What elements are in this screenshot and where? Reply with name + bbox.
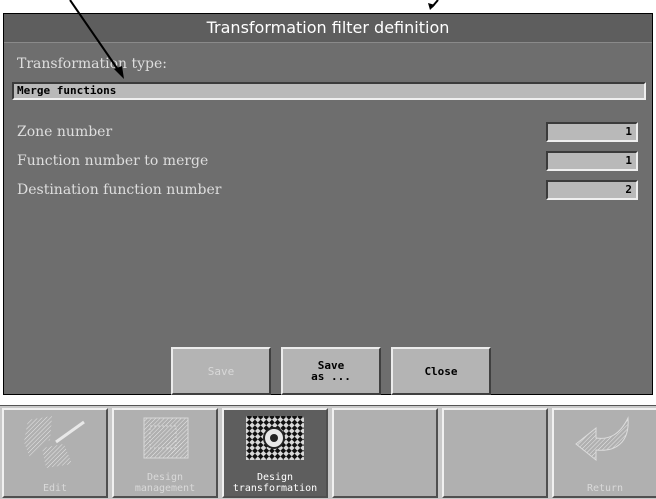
save-button[interactable]: Save (171, 347, 271, 395)
save-as-button[interactable]: Save as ... (281, 347, 381, 395)
destination-function-number-value: 2 (625, 183, 632, 196)
design-transformation-button[interactable]: Design transformation (222, 408, 328, 498)
transformation-type-label: Transformation type: (17, 56, 168, 72)
destination-function-number-label: Destination function number (17, 182, 222, 198)
design-transformation-icon (246, 416, 304, 460)
function-number-to-merge-field[interactable]: 1 (546, 151, 638, 171)
function-number-to-merge-value: 1 (625, 154, 632, 167)
destination-function-number-field[interactable]: 2 (546, 180, 638, 200)
return-button[interactable]: Return (552, 408, 656, 498)
design-management-button[interactable]: Design management (112, 408, 218, 498)
return-arrow-icon (575, 416, 629, 462)
close-button[interactable]: Close (391, 347, 491, 395)
empty-tool-slot-2[interactable] (442, 408, 548, 498)
empty-tool-slot-1[interactable] (332, 408, 438, 498)
transformation-type-value: Merge functions (17, 84, 117, 97)
edit-button[interactable]: Edit (2, 408, 108, 498)
edit-icon (24, 416, 85, 468)
design-management-icon (143, 417, 189, 459)
zone-number-value: 1 (625, 125, 632, 138)
design-transformation-label: Design transformation (232, 472, 318, 494)
edit-label: Edit (42, 483, 68, 494)
return-label: Return (586, 483, 624, 494)
zone-number-field[interactable]: 1 (546, 122, 638, 142)
design-management-label: Design management (134, 472, 196, 494)
dialog-titlebar: Transformation filter definition (4, 14, 652, 43)
transformation-filter-dialog: Transformation filter definition Transfo… (3, 13, 653, 395)
taskbar: Edit Design management Design transforma… (0, 405, 656, 499)
zone-number-label: Zone number (17, 124, 113, 140)
dialog-title: Transformation filter definition (206, 18, 450, 37)
function-number-to-merge-label: Function number to merge (17, 153, 209, 169)
transformation-type-field[interactable]: Merge functions (12, 82, 646, 100)
